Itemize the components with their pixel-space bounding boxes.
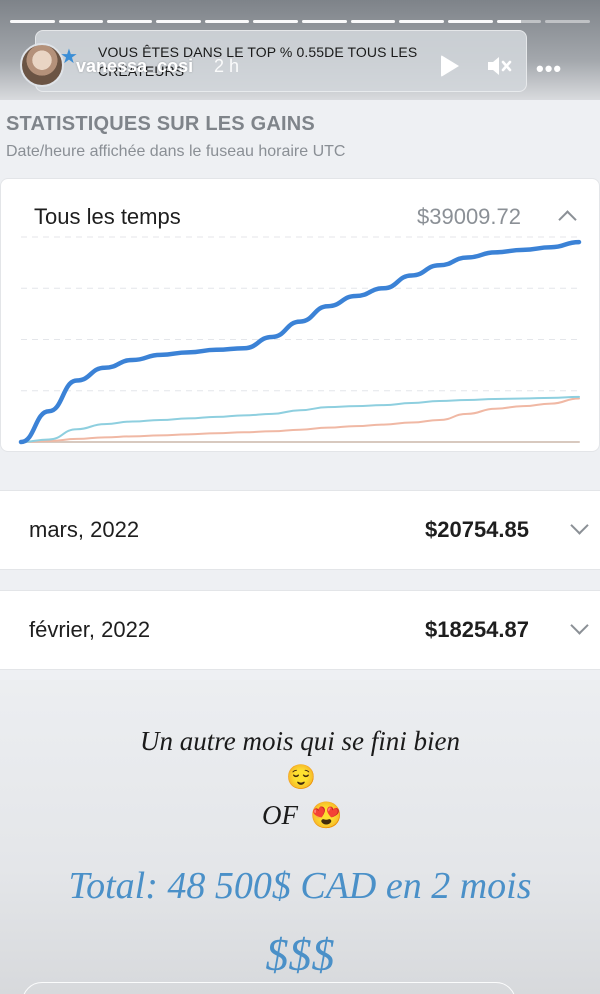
progress-segment [10, 20, 55, 23]
progress-segment [448, 20, 493, 23]
progress-segment [204, 20, 250, 23]
caption-line-4: $$$ [265, 929, 335, 980]
progress-segment [545, 20, 591, 23]
month-value: $18254.87 [425, 617, 529, 642]
earnings-chart [18, 236, 582, 445]
progress-segment [107, 20, 153, 23]
progress-segment [302, 20, 347, 23]
heart-eyes-emoji: 😍 [310, 800, 343, 830]
chart-series-line-2 [20, 395, 580, 443]
stats-subtitle: Date/heure affichée dans le fuseau horai… [6, 143, 346, 160]
progress-segment [496, 20, 542, 23]
month-label: février, 2022 [29, 617, 151, 642]
relieved-emoji: 😌 [286, 764, 316, 791]
chevron-down-icon[interactable] [570, 616, 589, 635]
progress-segment [156, 20, 201, 23]
month-row-mars[interactable]: mars, 2022 $20754.85 [0, 490, 600, 570]
play-icon[interactable] [441, 55, 459, 77]
avatar[interactable] [20, 43, 64, 87]
progress-segment [399, 20, 445, 23]
stats-title: STATISTIQUES SUR LES GAINS [6, 113, 315, 135]
progress-segment [253, 20, 299, 23]
story-progress-bar [10, 20, 591, 23]
more-icon[interactable]: ••• [536, 56, 562, 82]
chart-series-line-3 [20, 397, 580, 443]
month-row-fevrier[interactable]: février, 2022 $18254.87 [0, 590, 600, 670]
caption-line-1: Un autre mois qui se fini bien [140, 726, 460, 756]
progress-segment [58, 20, 104, 23]
chevron-down-icon[interactable] [570, 516, 589, 535]
caption-line-3: Total: 48 500$ CAD en 2 mois [68, 865, 532, 907]
all-time-card[interactable]: Tous les temps $39009.72 [0, 178, 600, 452]
mute-icon[interactable] [486, 54, 512, 78]
progress-segment [350, 20, 396, 23]
reply-input[interactable] [22, 982, 516, 994]
month-label: mars, 2022 [29, 517, 140, 542]
time-ago: 2 h [214, 56, 240, 76]
month-value: $20754.85 [425, 517, 529, 542]
caption-line-2: OF [262, 800, 298, 830]
username[interactable]: vanessa_cosi [76, 56, 193, 77]
chart-series-line-1 [18, 239, 582, 445]
